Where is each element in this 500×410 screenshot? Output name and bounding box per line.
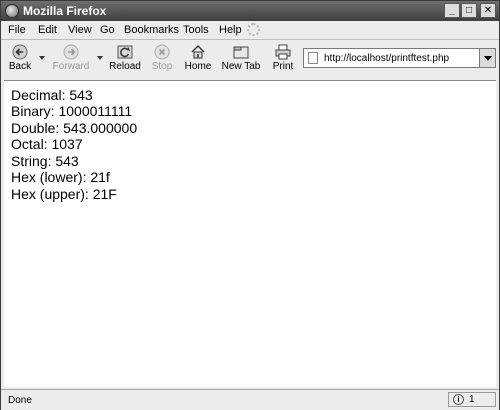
title-bar: Mozilla Firefox _ □ ✕ [1,1,499,21]
back-arrow-icon [12,44,28,60]
reload-icon [117,45,133,59]
back-history-dropdown[interactable] [39,56,45,60]
menu-view[interactable]: View [68,24,92,36]
print-label: Print [272,61,294,72]
output-line-decimal: Decimal: 543 [11,87,93,103]
output-line-binary: Binary: 1000011111 [11,103,133,119]
forward-button[interactable]: Forward [50,40,92,76]
print-button[interactable]: Print [268,40,298,76]
new-tab-button[interactable]: New Tab [220,40,262,76]
minimize-button[interactable]: _ [444,3,460,18]
firefox-icon [5,4,19,18]
new-tab-icon [233,46,249,59]
output-line-double: Double: 543.000000 [11,120,138,136]
stop-label: Stop [151,61,173,72]
window-title: Mozilla Firefox [23,4,107,18]
menu-file[interactable]: File [8,24,26,36]
menu-edit[interactable]: Edit [38,24,57,36]
reload-label: Reload [109,61,141,72]
back-label: Back [8,61,32,72]
maximize-button[interactable]: □ [461,3,477,18]
address-url[interactable]: http://localhost/printftest.php [324,53,449,64]
new-tab-label: New Tab [221,61,261,72]
forward-label: Forward [52,61,90,72]
back-button[interactable]: Back [4,40,36,76]
home-label: Home [184,61,212,72]
menu-help[interactable]: Help [219,24,242,36]
status-text: Done [8,395,32,406]
status-info-panel[interactable]: i 1 [448,392,496,407]
reload-button[interactable]: Reload [107,40,143,76]
output-line-string: String: 543 [11,153,79,169]
output-line-hex-upper: Hex (upper): 21F [11,186,117,202]
stop-icon [154,44,170,60]
menu-bookmarks[interactable]: Bookmarks [124,24,179,36]
output-line-hex-lower: Hex (lower): 21f [11,169,110,185]
menu-go[interactable]: Go [100,24,115,36]
address-bar[interactable]: http://localhost/printftest.php [303,48,496,68]
printer-icon [275,44,291,60]
close-button[interactable]: ✕ [480,3,496,18]
forward-arrow-icon [63,44,79,60]
page-icon [308,52,318,64]
info-count: 1 [469,394,475,405]
info-icon: i [453,394,464,405]
output-line-octal: Octal: 1037 [11,136,83,152]
status-bar: Done i 1 [1,389,499,410]
address-history-dropdown[interactable] [479,49,495,67]
throbber-icon [247,23,260,36]
browser-window: Mozilla Firefox _ □ ✕ File Edit View Go … [0,0,500,410]
menu-tools[interactable]: Tools [183,24,209,36]
home-button[interactable]: Home [182,40,214,76]
forward-history-dropdown[interactable] [97,56,103,60]
stop-button[interactable]: Stop [147,40,177,76]
page-content: Decimal: 543 Binary: 1000011111 Double: … [4,80,496,387]
home-icon [191,45,205,59]
